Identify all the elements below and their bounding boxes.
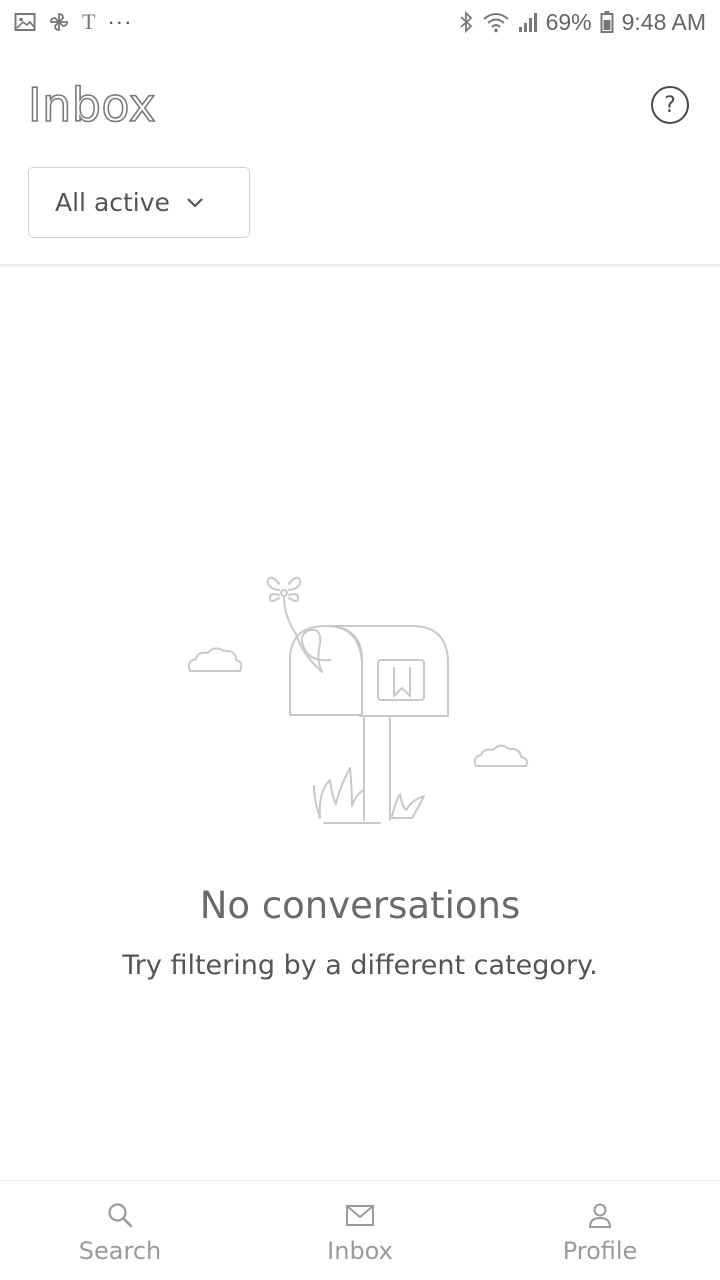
nav-label-inbox: Inbox — [327, 1237, 393, 1265]
nav-item-search[interactable]: Search — [0, 1181, 240, 1280]
battery-percent: 69% — [545, 8, 592, 35]
bluetooth-icon — [458, 10, 474, 34]
status-left: T ··· — [14, 9, 132, 35]
nav-item-inbox[interactable]: Inbox — [240, 1181, 480, 1280]
mail-icon — [344, 1201, 376, 1233]
nav-item-profile[interactable]: Profile — [480, 1181, 720, 1280]
nav-label-search: Search — [78, 1237, 162, 1265]
battery-icon — [600, 10, 614, 34]
filter-dropdown[interactable]: All active — [28, 167, 250, 238]
help-button[interactable]: ? — [651, 86, 689, 124]
empty-state-title: No conversations — [199, 884, 521, 927]
nav-label-profile: Profile — [562, 1237, 638, 1265]
status-bar: T ··· 69% 9:48 AM — [0, 0, 720, 44]
wifi-icon — [482, 11, 510, 33]
status-right: 69% 9:48 AM — [458, 9, 706, 36]
pinwheel-icon — [48, 11, 70, 33]
more-notifications-glyph: ··· — [107, 9, 133, 34]
filter-selected-label: All active — [55, 188, 170, 217]
bottom-nav: Search Inbox Profile — [0, 1180, 720, 1280]
signal-icon — [518, 11, 538, 33]
carrier-glyph: T — [82, 9, 96, 34]
clock: 9:48 AM — [621, 8, 706, 35]
person-icon — [586, 1201, 614, 1233]
empty-state-subtitle: Try filtering by a different category. — [122, 950, 598, 981]
page-title: Inbox — [27, 77, 157, 133]
chevron-down-icon — [186, 197, 204, 209]
header-divider — [0, 264, 720, 267]
gallery-icon — [14, 12, 36, 32]
search-icon — [106, 1201, 134, 1233]
empty-mailbox-illustration — [180, 568, 540, 830]
inbox-header: Inbox ? All active — [0, 44, 720, 266]
help-icon: ? — [664, 92, 676, 118]
